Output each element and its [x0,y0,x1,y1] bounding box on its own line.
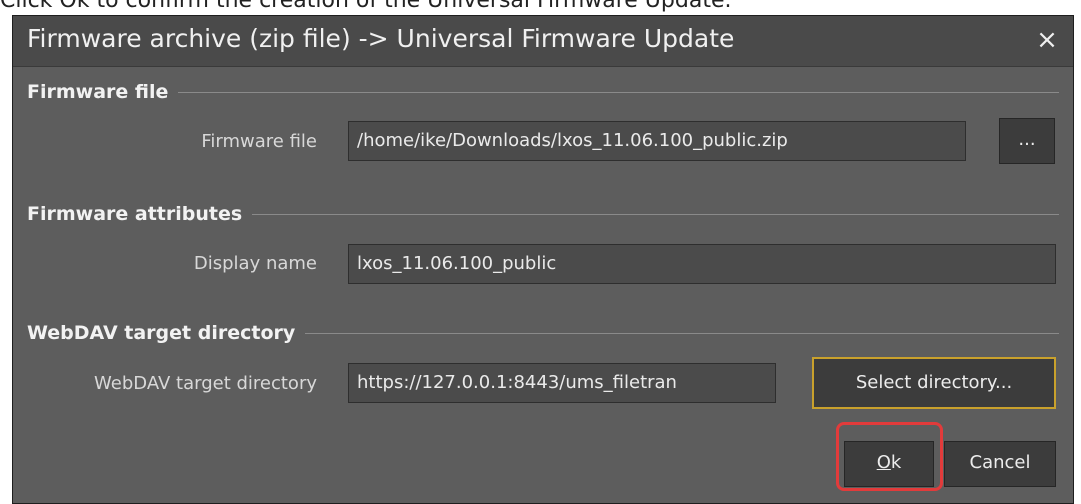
firmware-file-label: Firmware file [201,131,317,152]
display-name-label: Display name [193,253,317,274]
section-title-webdav: WebDAV target directory [27,322,296,344]
section-header-firmware-attributes: Firmware attributes [27,202,1059,226]
browse-button[interactable]: ... [999,118,1055,164]
section-header-webdav: WebDAV target directory [27,321,1059,345]
display-name-field[interactable]: lxos_11.06.100_public [348,244,1056,284]
section-header-firmware-file: Firmware file [27,80,1059,104]
close-icon[interactable]: × [1033,26,1061,54]
section-title-firmware-attributes: Firmware attributes [27,203,243,225]
ok-highlight-ring [836,422,943,491]
webdav-directory-label: WebDAV target directory [94,373,317,394]
firmware-update-dialog: Firmware archive (zip file) -> Universal… [12,15,1074,504]
section-divider [178,91,1059,93]
ellipsis-icon: ... [1018,129,1036,150]
instruction-caption: Click Ok to confirm the creation of the … [0,0,732,13]
webdav-directory-field[interactable]: https://127.0.0.1:8443/ums_filetran [348,363,776,403]
section-divider [305,332,1059,334]
firmware-file-field[interactable]: /home/ike/Downloads/lxos_11.06.100_publi… [348,121,966,161]
dialog-title: Firmware archive (zip file) -> Universal… [27,24,735,53]
select-directory-button[interactable]: Select directory... [812,357,1056,409]
section-title-firmware-file: Firmware file [27,81,169,103]
section-divider [252,213,1059,215]
cancel-button[interactable]: Cancel [944,441,1056,487]
dialog-titlebar: Firmware archive (zip file) -> Universal… [13,16,1073,67]
